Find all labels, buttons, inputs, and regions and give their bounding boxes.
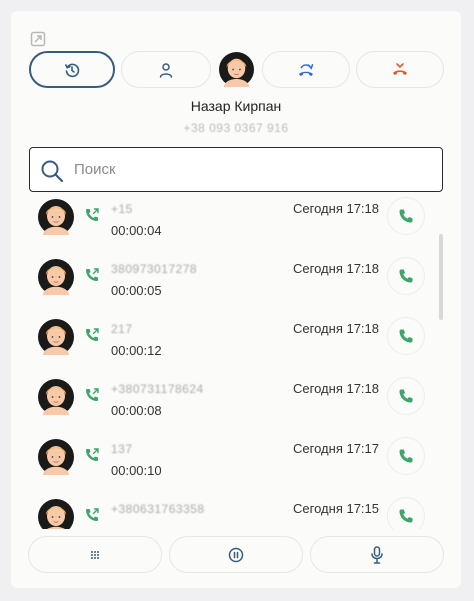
call-number: +15 [111, 202, 133, 216]
phone-icon [399, 449, 413, 463]
history-icon [65, 63, 80, 77]
pause-icon [228, 547, 244, 562]
call-duration: 00:00:10 [111, 463, 162, 478]
contact-avatar [38, 379, 74, 415]
outgoing-call-icon [86, 328, 99, 341]
keypad-button[interactable] [28, 536, 162, 573]
call-row[interactable]: 137 00:00:10 Сегодня 17:17 [11, 437, 441, 497]
mute-button[interactable] [310, 536, 444, 573]
call-time: Сегодня 17:18 [293, 381, 379, 396]
search-box[interactable] [29, 147, 443, 192]
contact-avatar [38, 499, 74, 529]
microphone-icon [371, 545, 383, 564]
contact-avatar [38, 259, 74, 295]
phone-icon [399, 509, 413, 523]
contacts-button[interactable] [121, 51, 211, 88]
phone-icon [399, 389, 413, 403]
bottom-controls [28, 536, 445, 573]
outgoing-call-icon [86, 208, 99, 221]
contact-avatar [38, 319, 74, 355]
call-number: 380973017278 [111, 262, 198, 276]
call-history-list: +15 00:00:04 Сегодня 17:18 380973017278 … [11, 197, 461, 529]
transfer-button[interactable] [262, 51, 350, 88]
call-duration: 00:00:04 [111, 223, 162, 238]
hold-button[interactable] [169, 536, 303, 573]
hangup-icon [393, 62, 407, 75]
call-duration: 00:00:08 [111, 403, 162, 418]
outgoing-call-icon [86, 448, 99, 461]
call-panel: Назар Кирпан +38 093 0367 916 +15 [11, 11, 461, 588]
caller-avatar [219, 52, 254, 87]
call-time: Сегодня 17:18 [293, 261, 379, 276]
call-transfer-icon [299, 63, 314, 76]
call-row[interactable]: +380731178624 00:00:08 Сегодня 17:18 [11, 377, 441, 437]
call-duration: 00:00:05 [111, 283, 162, 298]
call-number: +380731178624 [111, 382, 204, 396]
phone-icon [399, 269, 413, 283]
contact-avatar [38, 439, 74, 475]
call-duration: 00:00:12 [111, 343, 162, 358]
phone-icon [399, 329, 413, 343]
outgoing-call-icon [86, 388, 99, 401]
call-number: 217 [111, 322, 133, 336]
outgoing-call-icon [86, 268, 99, 281]
call-time: Сегодня 17:18 [293, 321, 379, 336]
call-row[interactable]: +380631763358 Сегодня 17:15 [11, 497, 441, 529]
call-back-button[interactable] [387, 497, 425, 529]
history-button[interactable] [29, 51, 115, 88]
keypad-icon [91, 550, 99, 559]
outgoing-call-icon [86, 508, 99, 521]
call-time: Сегодня 17:18 [293, 201, 379, 216]
caller-number: +38 093 0367 916 [183, 121, 289, 135]
call-row[interactable]: 380973017278 00:00:05 Сегодня 17:18 [11, 257, 441, 317]
expand-icon[interactable] [30, 31, 46, 47]
call-number: 137 [111, 442, 133, 456]
hangup-button[interactable] [356, 51, 444, 88]
call-number: +380631763358 [111, 502, 205, 516]
call-back-button[interactable] [387, 437, 425, 475]
call-back-button[interactable] [387, 257, 425, 295]
call-time: Сегодня 17:17 [293, 441, 379, 456]
list-scrollbar[interactable] [439, 234, 443, 320]
call-back-button[interactable] [387, 317, 425, 355]
call-row[interactable]: +15 00:00:04 Сегодня 17:18 [11, 197, 441, 257]
call-row[interactable]: 217 00:00:12 Сегодня 17:18 [11, 317, 441, 377]
phone-icon [399, 209, 413, 223]
search-input[interactable] [74, 156, 424, 182]
contact-avatar [38, 199, 74, 235]
call-back-button[interactable] [387, 197, 425, 235]
caller-name: Назар Кирпан [190, 98, 282, 114]
person-icon [159, 62, 173, 78]
search-icon [41, 160, 64, 183]
call-back-button[interactable] [387, 377, 425, 415]
top-action-row [29, 51, 444, 89]
call-time: Сегодня 17:15 [293, 501, 379, 516]
